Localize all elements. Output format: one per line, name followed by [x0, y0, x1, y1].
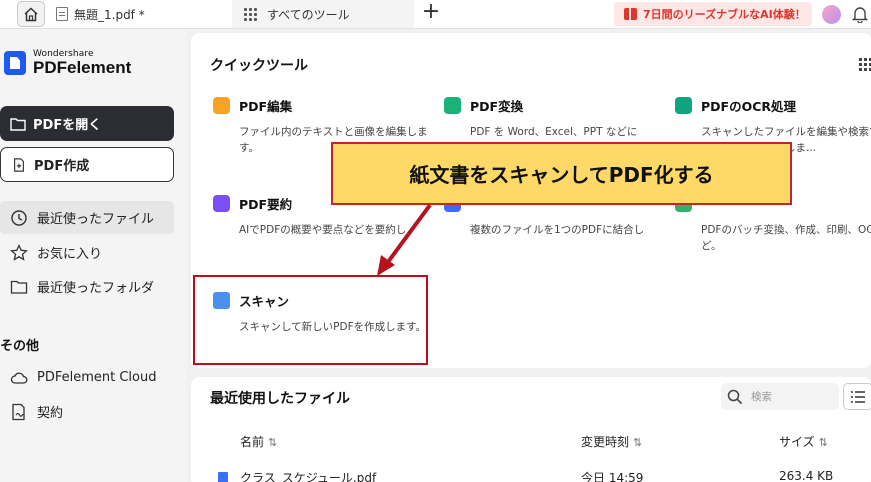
column-header-size[interactable]: サイズ ⇅: [779, 433, 828, 450]
sidebar: Wondershare PDFelement PDFを開く PDF作成 最近使っ…: [0, 29, 187, 482]
brand-logo: Wondershare PDFelement: [4, 49, 131, 77]
list-icon: [851, 390, 865, 403]
main-panel: クイックツール PDF編集 ファイル内のテキストと画像を編集します。 PDF変換…: [187, 29, 871, 482]
file-size: 263.4 KB: [779, 469, 834, 482]
brand-product: PDFelement: [33, 58, 132, 77]
folder-icon: [10, 280, 28, 294]
sidebar-item-label: 最近使ったファイル: [37, 212, 155, 227]
recent-files-card: 最近使用したファイル 検索 名前 ⇅ 変更時刻 ⇅ サイズ ⇅ クラス_スケジュール.…: [191, 377, 871, 482]
tool-description: AIでPDFの概要や要点などを要約し: [239, 224, 407, 236]
create-pdf-label: PDF作成: [34, 159, 90, 174]
grid-icon: [244, 7, 257, 21]
promo-label: 7日間のリーズナブルなAI体験！: [643, 8, 806, 21]
callout-text: 紙文書をスキャンしてPDF化する: [409, 163, 714, 187]
sidebar-item-contract[interactable]: 契約: [0, 395, 174, 428]
column-header-label: 名前: [240, 435, 265, 449]
tab-all-tools-label: すべてのツール: [267, 7, 350, 22]
contract-icon: [12, 403, 25, 420]
ocr-icon: [675, 96, 692, 114]
cloud-icon: [10, 372, 28, 384]
scan-highlight-box: [193, 275, 428, 365]
sidebar-item-favorites[interactable]: お気に入り: [0, 236, 174, 269]
sidebar-item-label: 最近使ったフォルダ: [37, 281, 155, 296]
tab-document[interactable]: 無題_1.pdf *: [52, 0, 230, 28]
promo-banner[interactable]: 7日間のリーズナブルなAI体験！: [614, 2, 812, 26]
column-header-label: 変更時刻: [581, 435, 630, 449]
folder-icon: [10, 117, 26, 131]
tool-pdf-convert[interactable]: PDF変換 PDF を Word、Excel、PPT などに: [444, 95, 669, 140]
search-placeholder: 検索: [751, 391, 772, 403]
document-icon: [56, 7, 68, 21]
sidebar-item-recent-folders[interactable]: 最近使ったフォルダ: [0, 270, 174, 303]
tool-name: PDF要約: [239, 196, 293, 212]
more-tools-icon[interactable]: [859, 58, 871, 71]
bell-icon[interactable]: [852, 5, 868, 23]
sidebar-item-cloud[interactable]: PDFelement Cloud: [0, 361, 174, 394]
tool-description: PDF を Word、Excel、PPT などに: [470, 126, 638, 138]
pdfelement-logo-icon: [4, 51, 26, 75]
edit-icon: [213, 96, 230, 114]
tab-all-tools[interactable]: すべてのツール: [232, 0, 414, 28]
star-icon: [10, 243, 28, 261]
home-button[interactable]: [17, 1, 45, 27]
sidebar-item-label: 契約: [37, 406, 64, 421]
file-plus-icon: [14, 157, 24, 172]
callout-banner: 紙文書をスキャンしてPDF化する: [331, 142, 792, 205]
clock-icon: [11, 209, 27, 226]
sort-icon: ⇅: [268, 436, 278, 449]
recent-files-title: 最近使用したファイル: [210, 391, 350, 407]
search-input[interactable]: 検索: [721, 383, 839, 410]
open-pdf-label: PDFを開く: [33, 118, 102, 133]
sidebar-item-recent-files[interactable]: 最近使ったファイル: [0, 201, 174, 234]
file-name: クラス_スケジュール.pdf: [240, 471, 377, 482]
summary-icon: [213, 194, 230, 212]
pdf-file-icon: [218, 472, 228, 482]
table-row[interactable]: クラス_スケジュール.pdf 今日 14:59 263.4 KB: [210, 469, 860, 482]
tool-name: PDF編集: [239, 98, 293, 114]
home-icon: [24, 6, 38, 21]
column-header-label: サイズ: [779, 435, 815, 449]
tool-name: PDF変換: [470, 98, 524, 114]
gift-icon: [624, 8, 637, 20]
new-tab-button[interactable]: +: [420, 1, 442, 24]
tool-description: PDFのバッチ変換、作成、印刷、OCRなど。: [701, 224, 871, 252]
avatar[interactable]: [822, 5, 841, 24]
column-header-modified[interactable]: 変更時刻 ⇅: [581, 433, 642, 450]
tab-document-label: 無題_1.pdf *: [74, 7, 145, 22]
tab-bar: 無題_1.pdf * すべてのツール + 7日間のリーズナブルなAI体験！: [0, 0, 871, 29]
sort-icon: ⇅: [818, 436, 828, 449]
open-pdf-button[interactable]: PDFを開く: [0, 106, 174, 141]
quick-tools-title: クイックツール: [210, 58, 308, 74]
sidebar-item-label: PDFelement Cloud: [37, 370, 157, 385]
sidebar-item-label: お気に入り: [37, 247, 103, 262]
column-header-name[interactable]: 名前 ⇅: [240, 433, 277, 450]
convert-icon: [444, 96, 461, 114]
sort-icon: ⇅: [633, 436, 643, 449]
file-modified: 今日 14:59: [581, 471, 644, 482]
search-icon: [727, 389, 743, 404]
list-view-button[interactable]: [843, 383, 871, 410]
create-pdf-button[interactable]: PDF作成: [0, 147, 174, 182]
tool-description: 複数のファイルを1つのPDFに結合し: [470, 224, 645, 236]
tool-name: PDFのOCR処理: [701, 98, 797, 114]
sidebar-section-other: その他: [0, 339, 40, 354]
